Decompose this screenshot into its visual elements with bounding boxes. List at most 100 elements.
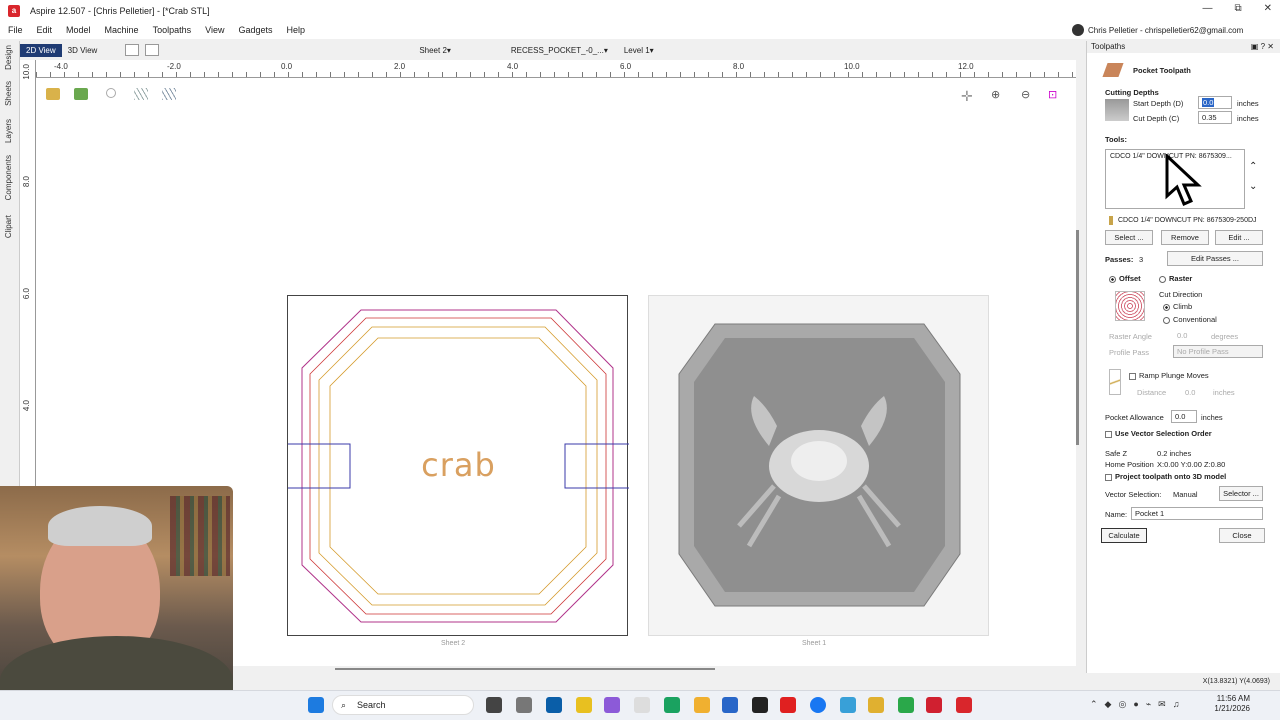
user-account-bar[interactable]: Chris Pelletier - chrispelletier62@gmail… xyxy=(1072,21,1280,39)
widgets-icon[interactable] xyxy=(516,697,532,713)
sheet-1-model[interactable] xyxy=(648,295,989,636)
facebook-icon[interactable] xyxy=(810,697,826,713)
menu-toolpaths[interactable]: Toolpaths xyxy=(153,25,192,35)
split-v-icon[interactable] xyxy=(145,44,160,56)
raster-radio[interactable]: Raster xyxy=(1159,274,1192,283)
status-bar: X(13.8321) Y(4.0693) xyxy=(1086,673,1280,690)
view-toolbar: 2D View 3D View Sheet 2 ▾ RECESS_POCKET_… xyxy=(20,41,1085,59)
ramp-plunge-checkbox[interactable]: Ramp Plunge Moves xyxy=(1129,371,1209,380)
app-icon[interactable] xyxy=(840,697,856,713)
level-dropdown[interactable]: Level 1 xyxy=(624,46,650,55)
app-icon[interactable] xyxy=(722,697,738,713)
safe-z-label: Safe Z xyxy=(1105,449,1128,458)
material-setup-icon[interactable] xyxy=(46,88,60,100)
remove-tool-button[interactable]: Remove xyxy=(1161,230,1209,245)
taskbar-clock[interactable]: 11:56 AM 1/21/2026 xyxy=(1214,694,1250,714)
edit-tool-button[interactable]: Edit ... xyxy=(1215,230,1263,245)
tab-sheets[interactable]: Sheets xyxy=(4,81,13,106)
aspire-app-icon[interactable]: a xyxy=(8,4,20,17)
tab-design[interactable]: Design xyxy=(4,45,13,70)
file-explorer-icon[interactable] xyxy=(694,697,710,713)
zoom-box-icon[interactable]: ⊕ xyxy=(991,88,1000,101)
restore-button[interactable]: ⧉ xyxy=(1234,3,1241,14)
zoom-out-icon[interactable]: ⊖ xyxy=(1021,88,1030,101)
menu-view[interactable]: View xyxy=(205,25,224,35)
cut-depth-field[interactable]: 0.35 xyxy=(1198,111,1232,124)
select-tool-button[interactable]: Select ... xyxy=(1105,230,1153,245)
split-h-icon[interactable] xyxy=(125,44,140,56)
menu-machine[interactable]: Machine xyxy=(105,25,139,35)
toolpath-preview-icon[interactable] xyxy=(74,88,88,100)
tab-layers[interactable]: Layers xyxy=(4,119,13,143)
store-icon[interactable] xyxy=(546,697,562,713)
chevron-down-icon: ▾ xyxy=(649,45,654,55)
copilot-icon[interactable] xyxy=(604,697,620,713)
ruler-label: 4.0 xyxy=(507,62,519,71)
tab-2d-view[interactable]: 2D View xyxy=(20,43,62,57)
climb-radio[interactable]: Climb xyxy=(1163,302,1192,311)
toolpath-lines-icon[interactable] xyxy=(134,88,148,100)
pan-icon[interactable]: ✛ xyxy=(961,88,973,105)
close-window-button[interactable]: ✕ xyxy=(1264,3,1272,14)
aspire-taskbar-icon[interactable] xyxy=(956,697,972,713)
vertical-scrollbar[interactable] xyxy=(1076,230,1079,445)
edit-passes-button[interactable]: Edit Passes ... xyxy=(1167,251,1263,266)
menu-model[interactable]: Model xyxy=(66,25,91,35)
notepad-icon[interactable] xyxy=(634,697,650,713)
offset-radio[interactable]: Offset xyxy=(1109,274,1141,283)
app-icon[interactable] xyxy=(926,697,942,713)
vertical-ruler: 10.0 8.0 6.0 4.0 xyxy=(20,60,36,490)
depth-diagram-icon xyxy=(1105,99,1129,121)
panel-pin-icon[interactable]: ▣ ? ✕ xyxy=(1251,41,1274,53)
calculate-button[interactable]: Calculate xyxy=(1101,528,1147,543)
name-label: Name: xyxy=(1105,510,1128,519)
minimize-button[interactable]: — xyxy=(1202,3,1212,14)
zoom-selection-icon[interactable]: ⊡ xyxy=(1048,88,1057,101)
menu-edit[interactable]: Edit xyxy=(37,25,53,35)
sheet-dropdown[interactable]: Sheet 2 xyxy=(419,46,447,55)
move-down-icon[interactable]: ⌄ xyxy=(1249,181,1257,192)
selector-button[interactable]: Selector ... xyxy=(1219,486,1263,501)
todo-icon[interactable] xyxy=(576,697,592,713)
tab-components[interactable]: Components xyxy=(4,155,13,200)
horizontal-scrollbar[interactable] xyxy=(335,668,715,670)
safe-z-value: 0.2 inches xyxy=(1157,449,1192,458)
tab-3d-view[interactable]: 3D View xyxy=(62,44,104,57)
toolpath-raster-icon[interactable] xyxy=(162,88,176,100)
task-view-icon[interactable] xyxy=(486,697,502,713)
project-toolpath-checkbox[interactable]: Project toolpath onto 3D model xyxy=(1105,472,1226,481)
menu-file[interactable]: File xyxy=(8,25,23,35)
sheet-2-vectors[interactable]: crab xyxy=(281,295,634,636)
raster-angle-field[interactable]: 0.0 xyxy=(1177,331,1187,340)
app-icon[interactable] xyxy=(868,697,884,713)
cut-direction-label: Cut Direction xyxy=(1159,290,1203,299)
youtube-icon[interactable] xyxy=(780,697,796,713)
app-icon[interactable] xyxy=(898,697,914,713)
close-button[interactable]: Close xyxy=(1219,528,1265,543)
circle-tool-icon[interactable] xyxy=(106,88,116,98)
tab-clipart[interactable]: Clipart xyxy=(4,215,13,238)
taskbar-search[interactable]: ⌕ Search xyxy=(332,695,474,715)
system-tray-icons[interactable]: ⌃◆◎●⌁✉♫ xyxy=(1090,699,1186,710)
menu-help[interactable]: Help xyxy=(287,25,306,35)
window-title: Aspire 12.507 - [Chris Pelletier] - [*Cr… xyxy=(30,5,210,16)
menu-gadgets[interactable]: Gadgets xyxy=(238,25,272,35)
crab-text-vector[interactable]: crab xyxy=(288,446,629,484)
windows-start-icon[interactable] xyxy=(308,697,324,713)
profile-pass-label: Profile Pass xyxy=(1109,348,1150,357)
cursor-coordinates: X(13.8321) Y(4.0693) xyxy=(1202,678,1270,685)
profile-pass-select[interactable]: No Profile Pass xyxy=(1173,345,1263,358)
selected-tool: CDCO 1/4" DOWNCUT PN: 8675309-250DJ xyxy=(1118,217,1257,224)
start-depth-field[interactable]: 0.0 xyxy=(1198,96,1232,109)
vector-order-checkbox[interactable]: Use Vector Selection Order xyxy=(1105,429,1212,438)
distance-field[interactable]: 0.0 xyxy=(1185,388,1195,397)
layer-dropdown[interactable]: RECESS_POCKET_-0_... xyxy=(511,46,604,55)
terminal-icon[interactable] xyxy=(752,697,768,713)
pocket-allowance-field[interactable]: 0.0 xyxy=(1171,410,1197,423)
move-up-icon[interactable]: ⌃ xyxy=(1249,161,1257,172)
menu-bar: File Edit Model Machine Toolpaths View G… xyxy=(0,21,1090,39)
edge-icon[interactable] xyxy=(664,697,680,713)
conventional-radio[interactable]: Conventional xyxy=(1163,315,1217,324)
toolpath-name-field[interactable]: Pocket 1 xyxy=(1131,507,1263,520)
crab-shell-highlight xyxy=(791,441,847,481)
